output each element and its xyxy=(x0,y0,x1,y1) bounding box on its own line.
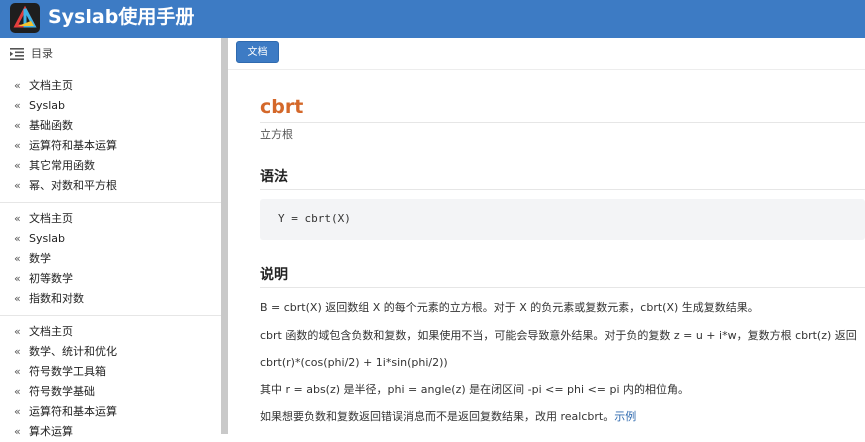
page-title: cbrt xyxy=(260,96,304,118)
nav-item-home[interactable]: «文档主页 xyxy=(0,209,221,229)
description-formula: cbrt(r)*(cos(phi/2) + 1i*sin(phi/2)) xyxy=(260,356,448,369)
nav-item-operators[interactable]: «运算符和基本运算 xyxy=(0,136,221,156)
description-divider xyxy=(260,287,865,288)
description-paragraph: 其中 r = abs(z) 是半径，phi = angle(z) 是在闭区间 -… xyxy=(260,383,690,396)
nav-group-2: «文档主页 «Syslab «数学 «初等数学 «指数和对数 xyxy=(0,209,221,309)
nav-item-other-functions[interactable]: «其它常用函数 xyxy=(0,156,221,176)
nav-item-exp-log[interactable]: «指数和对数 xyxy=(0,289,221,309)
nav-item-powers-logs[interactable]: «幂、对数和平方根 xyxy=(0,176,221,196)
double-chevron-left-icon: « xyxy=(14,425,21,438)
description-paragraph: cbrt 函数的域包含负数和复数，如果使用不当，可能会导致意外结果。对于负的复数… xyxy=(260,329,857,342)
syntax-heading: 语法 xyxy=(260,169,288,185)
double-chevron-left-icon: « xyxy=(14,79,21,92)
page-subtitle: 立方根 xyxy=(260,128,293,141)
nav-item-home[interactable]: «文档主页 xyxy=(0,76,221,96)
nav-item-home[interactable]: «文档主页 xyxy=(0,322,221,342)
description-heading: 说明 xyxy=(260,267,288,283)
double-chevron-left-icon: « xyxy=(14,99,21,112)
nav-item-syslab[interactable]: «Syslab xyxy=(0,229,221,249)
description-paragraph: 如果想要负数和复数返回错误消息而不是返回复数结果，改用 realcbrt。示例 xyxy=(260,409,636,425)
double-chevron-left-icon: « xyxy=(14,272,21,285)
nav-item-syslab[interactable]: «Syslab xyxy=(0,96,221,116)
example-link[interactable]: 示例 xyxy=(614,410,636,423)
nav-group-1: «文档主页 «Syslab «基础函数 «运算符和基本运算 «其它常用函数 «幂… xyxy=(0,76,221,196)
description-paragraph: B = cbrt(X) 返回数组 X 的每个元素的立方根。对于 X 的负元素或复… xyxy=(260,301,759,314)
nav-item-symbolic-toolbox[interactable]: «符号数学工具箱 xyxy=(0,362,221,382)
double-chevron-left-icon: « xyxy=(14,212,21,225)
double-chevron-left-icon: « xyxy=(14,159,21,172)
syntax-code-block: Y = cbrt(X) xyxy=(260,199,865,240)
nav-item-operators[interactable]: «运算符和基本运算 xyxy=(0,402,221,422)
app-header: Syslab使用手册 xyxy=(0,0,865,38)
list-indent-icon xyxy=(10,48,24,60)
toc-label: 目录 xyxy=(31,47,53,60)
nav-divider xyxy=(0,315,221,316)
double-chevron-left-icon: « xyxy=(14,232,21,245)
nav-item-symbolic-basics[interactable]: «符号数学基础 xyxy=(0,382,221,402)
syntax-code: Y = cbrt(X) xyxy=(278,212,351,225)
syntax-divider xyxy=(260,189,865,190)
double-chevron-left-icon: « xyxy=(14,365,21,378)
title-divider xyxy=(260,122,865,123)
double-chevron-left-icon: « xyxy=(14,325,21,338)
double-chevron-left-icon: « xyxy=(14,179,21,192)
docs-breadcrumb-button[interactable]: 文档 xyxy=(236,41,279,63)
nav-item-math-stats-opt[interactable]: «数学、统计和优化 xyxy=(0,342,221,362)
double-chevron-left-icon: « xyxy=(14,292,21,305)
nav-item-math[interactable]: «数学 xyxy=(0,249,221,269)
double-chevron-left-icon: « xyxy=(14,119,21,132)
toolbar-divider xyxy=(228,69,865,70)
syslab-logo-icon[interactable] xyxy=(10,3,40,33)
double-chevron-left-icon: « xyxy=(14,385,21,398)
double-chevron-left-icon: « xyxy=(14,405,21,418)
sidebar-scrollbar[interactable] xyxy=(221,38,228,434)
app-title: Syslab使用手册 xyxy=(48,6,195,28)
description-text: 如果想要负数和复数返回错误消息而不是返回复数结果，改用 realcbrt。 xyxy=(260,410,615,423)
double-chevron-left-icon: « xyxy=(14,139,21,152)
nav-item-basic-functions[interactable]: «基础函数 xyxy=(0,116,221,136)
double-chevron-left-icon: « xyxy=(14,345,21,358)
double-chevron-left-icon: « xyxy=(14,252,21,265)
nav-divider xyxy=(0,202,221,203)
nav-item-arithmetic[interactable]: «算术运算 xyxy=(0,422,221,442)
nav-item-elementary-math[interactable]: «初等数学 xyxy=(0,269,221,289)
nav-group-3: «文档主页 «数学、统计和优化 «符号数学工具箱 «符号数学基础 «运算符和基本… xyxy=(0,322,221,442)
